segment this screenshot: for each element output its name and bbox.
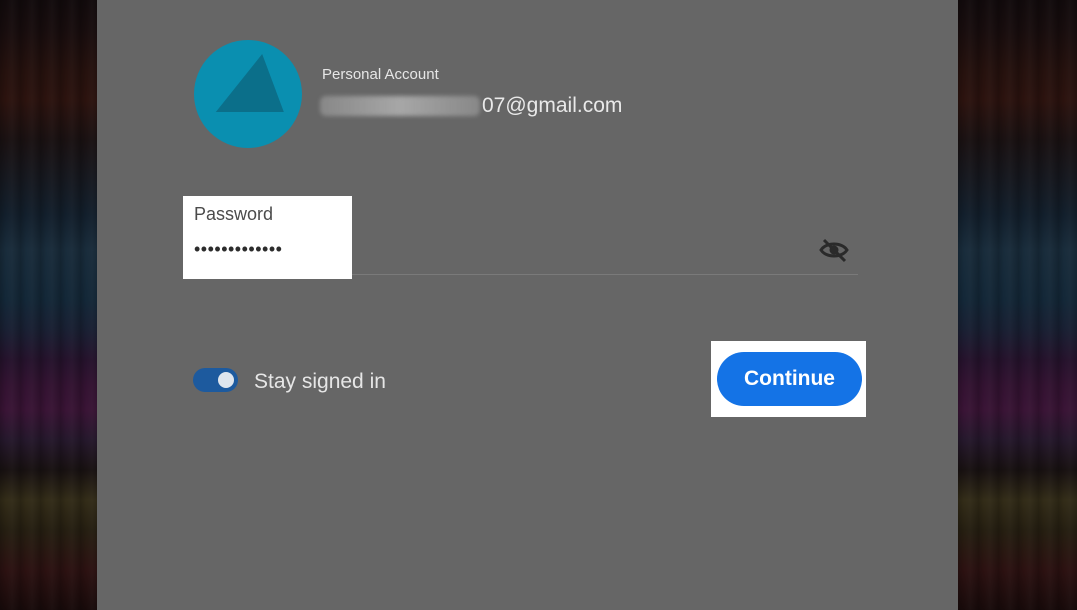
eye-slash-icon[interactable]: [818, 236, 850, 264]
background-left: [0, 0, 97, 610]
avatar-logo-shape: [215, 54, 297, 112]
password-input[interactable]: [194, 239, 344, 260]
toggle-knob: [218, 372, 234, 388]
account-type-label: Personal Account: [322, 66, 439, 83]
account-email: 07@gmail.com: [320, 94, 622, 118]
password-field[interactable]: Password: [183, 196, 352, 279]
continue-highlight: Continue: [711, 341, 866, 417]
background-right: [958, 0, 1077, 610]
continue-button[interactable]: Continue: [717, 352, 862, 406]
stay-signed-in-label: Stay signed in: [254, 370, 386, 393]
password-label: Password: [194, 204, 274, 224]
stay-signed-in-toggle[interactable]: [193, 368, 238, 392]
adobe-avatar-icon: [194, 40, 302, 148]
account-email-suffix: 07@gmail.com: [482, 94, 623, 117]
screen: Personal Account 07@gmail.com Password S…: [0, 0, 1077, 610]
email-redaction: [320, 96, 480, 116]
